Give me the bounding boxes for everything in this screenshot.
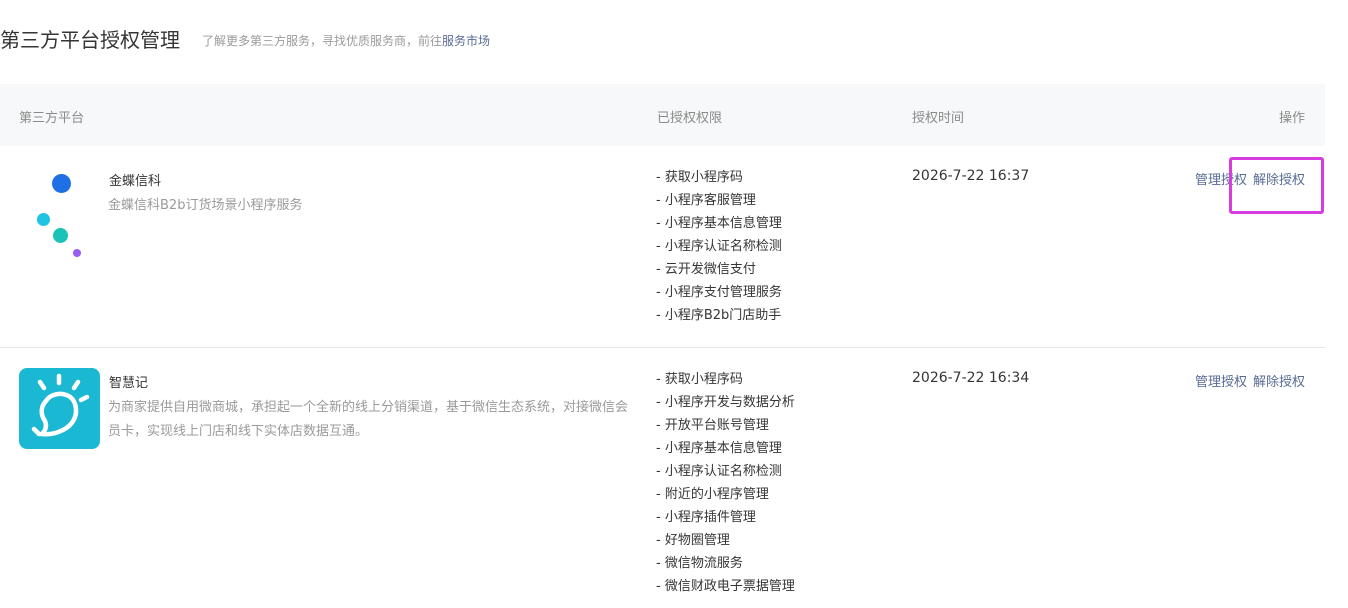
- auth-time: 2026-7-22 16:34: [912, 370, 1030, 386]
- permission-item: - 获取小程序码: [656, 170, 743, 185]
- zhihuiji-app-logo-icon: [19, 368, 100, 449]
- permission-item: - 获取小程序码: [656, 372, 743, 387]
- column-header-time: 授权时间: [912, 111, 965, 126]
- column-header-actions: 操作: [1278, 111, 1305, 126]
- permission-item: - 小程序基本信息管理: [656, 216, 782, 231]
- revoke-auth-button[interactable]: 解除授权: [1253, 173, 1305, 188]
- table-header: 第三方平台 已授权权限 授权时间 操作: [0, 84, 1325, 146]
- permission-item: - 小程序基本信息管理: [656, 441, 782, 456]
- permission-item: - 好物圈管理: [656, 533, 730, 548]
- platform-name: 智慧记: [109, 376, 149, 391]
- page-description: 了解更多第三方服务，寻找优质服务商，前往服务市场: [202, 32, 490, 49]
- service-market-link[interactable]: 服务市场: [442, 34, 490, 48]
- platform-description: 为商家提供自用微商城，承担起一个全新的线上分销渠道，基于微信生态系统，对接微信会…: [108, 400, 629, 439]
- permission-item: - 小程序客服管理: [656, 193, 756, 208]
- auth-time: 2026-7-22 16:37: [912, 168, 1030, 184]
- permission-item: - 云开发微信支付: [656, 262, 756, 277]
- permission-list: - 获取小程序码 - 小程序开发与数据分析 - 开放平台账号管理 - 小程序基本…: [656, 368, 795, 598]
- column-header-platform: 第三方平台: [19, 111, 85, 126]
- permission-item: - 小程序插件管理: [656, 510, 756, 525]
- table-row: 金蝶信科 金蝶信科B2b订货场景小程序服务 - 获取小程序码 - 小程序客服管理…: [0, 146, 1325, 348]
- manage-auth-button[interactable]: 管理授权: [1195, 375, 1247, 390]
- row-actions: 管理授权 解除授权: [1195, 371, 1305, 390]
- permission-item: - 小程序认证名称检测: [656, 464, 782, 479]
- kingdee-dots-logo-icon: [19, 166, 100, 257]
- permission-item: - 小程序B2b门店助手: [656, 308, 782, 323]
- row-actions: 管理授权 解除授权: [1195, 169, 1305, 188]
- column-header-permissions: 已授权权限: [657, 111, 723, 126]
- revoke-auth-button[interactable]: 解除授权: [1253, 375, 1305, 390]
- permission-item: - 小程序支付管理服务: [656, 285, 782, 300]
- permission-list: - 获取小程序码 - 小程序客服管理 - 小程序基本信息管理 - 小程序认证名称…: [656, 166, 782, 327]
- table-row: 智慧记 为商家提供自用微商城，承担起一个全新的线上分销渠道，基于微信生态系统，对…: [0, 348, 1325, 608]
- permission-item: - 开放平台账号管理: [656, 418, 769, 433]
- permission-item: - 小程序开发与数据分析: [656, 395, 795, 410]
- page-description-text: 了解更多第三方服务，寻找优质服务商，前往: [202, 34, 443, 48]
- manage-auth-button[interactable]: 管理授权: [1195, 173, 1247, 188]
- lightbulb-speech-icon: [31, 373, 90, 437]
- permission-item: - 小程序认证名称检测: [656, 239, 782, 254]
- permission-item: - 附近的小程序管理: [656, 487, 769, 502]
- page-title: 第三方平台授权管理: [0, 28, 180, 52]
- platform-description: 金蝶信科B2b订货场景小程序服务: [108, 198, 303, 213]
- permission-item: - 微信物流服务: [656, 556, 743, 571]
- platform-name: 金蝶信科: [109, 174, 162, 189]
